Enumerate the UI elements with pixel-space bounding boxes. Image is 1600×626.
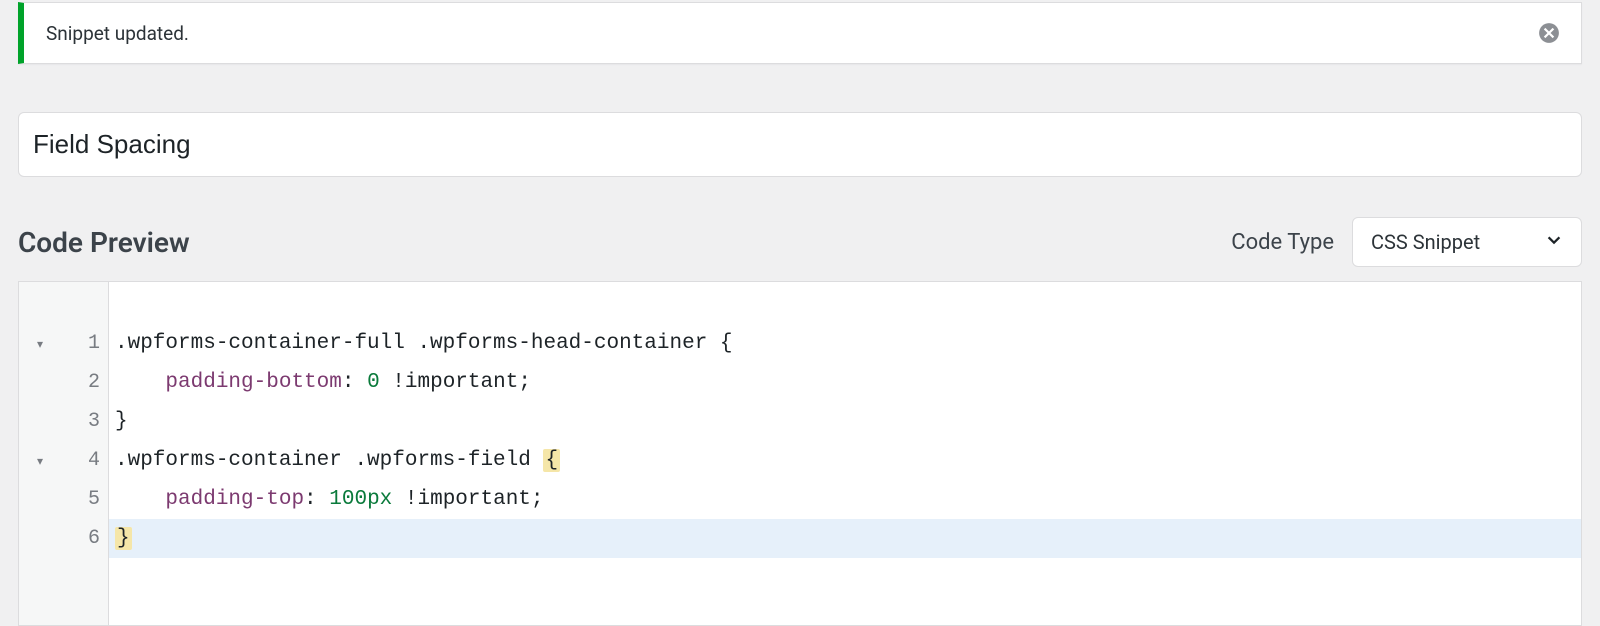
chevron-down-icon — [1545, 231, 1563, 253]
fold-marker — [19, 363, 61, 402]
line-number: 1 — [61, 324, 108, 363]
code-line[interactable]: .wpforms-container-full .wpforms-head-co… — [109, 324, 1581, 363]
section-heading: Code Preview — [18, 226, 190, 259]
line-number: 4 — [61, 441, 108, 480]
code-type-label: Code Type — [1231, 230, 1334, 255]
line-number: 2 — [61, 363, 108, 402]
section-header: Code Preview Code Type CSS Snippet — [18, 217, 1582, 267]
fold-marker — [19, 519, 61, 558]
fold-marker[interactable]: ▾ — [19, 324, 61, 363]
close-icon[interactable] — [1535, 19, 1563, 47]
code-editor[interactable]: ▾▾ 123456 .wpforms-container-full .wpfor… — [18, 281, 1582, 626]
code-line[interactable]: padding-top: 100px !important; — [109, 480, 1581, 519]
fold-gutter: ▾▾ — [19, 282, 61, 625]
snippet-title-input[interactable] — [19, 113, 1581, 176]
code-type-value: CSS Snippet — [1371, 230, 1480, 254]
code-type-select[interactable]: CSS Snippet — [1352, 217, 1582, 267]
line-number: 3 — [61, 402, 108, 441]
fold-marker[interactable]: ▾ — [19, 441, 61, 480]
title-container — [18, 112, 1582, 177]
code-area[interactable]: .wpforms-container-full .wpforms-head-co… — [109, 282, 1581, 625]
notice-message: Snippet updated. — [46, 22, 189, 45]
code-line[interactable]: } — [109, 519, 1581, 558]
line-number-gutter: 123456 — [61, 282, 109, 625]
code-line[interactable]: } — [109, 402, 1581, 441]
code-line[interactable]: .wpforms-container .wpforms-field { — [109, 441, 1581, 480]
line-number: 5 — [61, 480, 108, 519]
code-line[interactable]: padding-bottom: 0 !important; — [109, 363, 1581, 402]
fold-marker — [19, 480, 61, 519]
line-number: 6 — [61, 519, 108, 558]
fold-marker — [19, 402, 61, 441]
notice-banner: Snippet updated. — [18, 2, 1582, 64]
